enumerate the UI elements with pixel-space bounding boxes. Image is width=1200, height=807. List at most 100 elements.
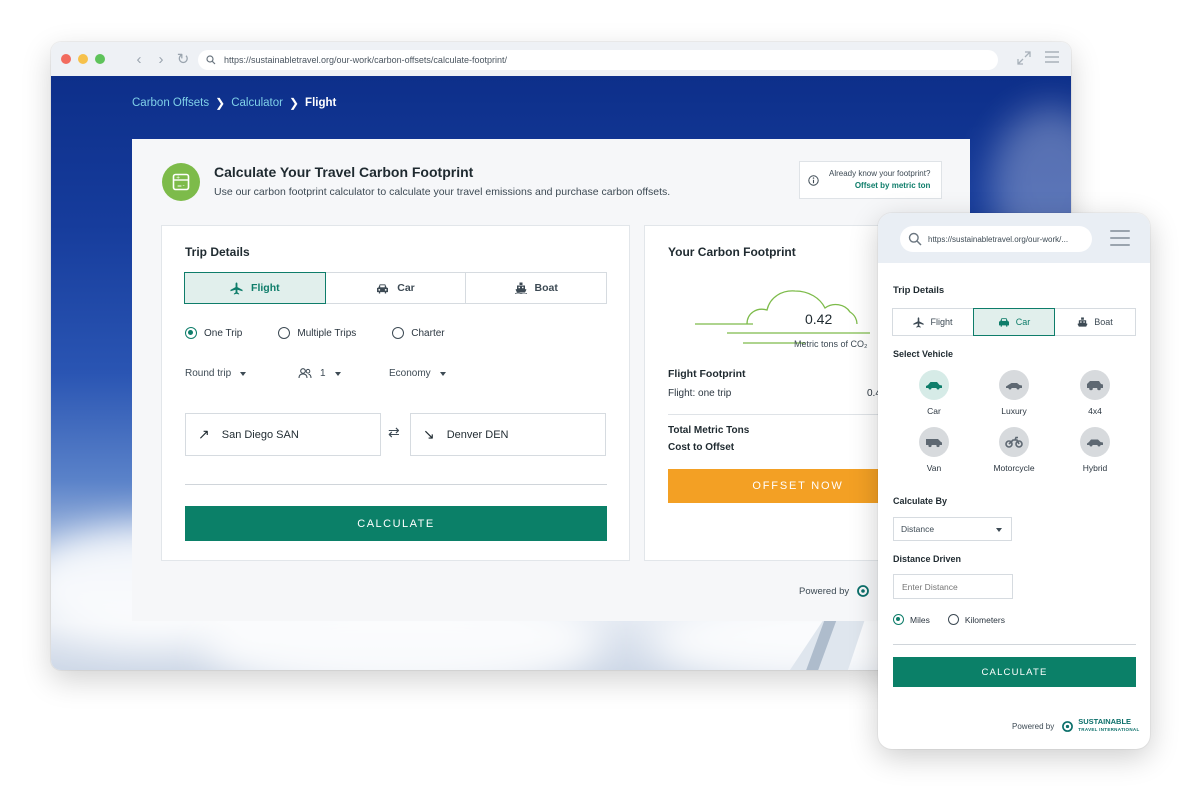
footprint-value: 0.42 xyxy=(805,311,833,327)
tab-boat[interactable]: Boat xyxy=(465,272,608,304)
tab-flight[interactable]: Flight xyxy=(184,272,326,304)
radio-indicator xyxy=(392,327,405,339)
expand-icon[interactable] xyxy=(1017,51,1031,65)
search-icon xyxy=(206,55,216,65)
distance-unit-radios: Miles Kilometers xyxy=(893,614,1023,625)
calculate-by-title: Calculate By xyxy=(893,496,948,506)
breadcrumb-calculator[interactable]: Calculator xyxy=(231,97,283,109)
trip-details-panel: Trip Details Flight Car Boat One Trip Mu… xyxy=(161,225,630,561)
select-vehicle-title: Select Vehicle xyxy=(893,349,954,359)
origin-field[interactable]: ↗ San Diego SAN xyxy=(185,413,381,456)
forward-arrow-icon[interactable]: › xyxy=(152,50,170,68)
flight-footprint-title: Flight Footprint xyxy=(668,368,746,380)
sti-logo-icon xyxy=(1062,720,1074,732)
caret-down-icon xyxy=(996,528,1002,532)
mobile-tab-boat-label: Boat xyxy=(1094,317,1113,327)
vehicle-option-car[interactable]: Car xyxy=(904,370,964,416)
boat-icon xyxy=(514,282,527,294)
footprint-unit: Metric tons of CO₂ xyxy=(794,339,868,349)
trip-details-title: Trip Details xyxy=(185,245,250,259)
footprint-title: Your Carbon Footprint xyxy=(668,245,796,259)
close-window-button[interactable] xyxy=(61,54,71,64)
radio-miles[interactable]: Miles xyxy=(893,614,930,625)
tab-boat-label: Boat xyxy=(534,282,558,294)
tab-car[interactable]: Car xyxy=(324,272,467,304)
radio-one-trip[interactable]: One Trip xyxy=(185,327,242,339)
chevron-right-icon: ❯ xyxy=(288,96,300,110)
passengers-select[interactable]: 1 xyxy=(298,368,341,379)
browser-toolbar: ‹ › ↻ https://sustainabletravel.org/our-… xyxy=(51,42,1071,76)
vehicle-label: 4x4 xyxy=(1088,406,1102,416)
mobile-device: https://sustainabletravel.org/our-work/.… xyxy=(878,213,1150,749)
mobile-calculate-button[interactable]: CALCULATE xyxy=(893,657,1136,687)
car-icon xyxy=(926,382,942,390)
motorcycle-icon xyxy=(1005,436,1023,448)
trip-type-radios: One Trip Multiple Trips Charter xyxy=(185,327,481,339)
vehicle-option-van[interactable]: Van xyxy=(904,427,964,473)
hybrid-car-icon xyxy=(1087,439,1103,447)
radio-multiple-trips-label: Multiple Trips xyxy=(297,327,357,339)
tab-car-label: Car xyxy=(397,282,415,294)
radio-charter[interactable]: Charter xyxy=(392,327,445,339)
radio-kilometers-label: Kilometers xyxy=(964,614,1005,625)
van-icon xyxy=(926,438,942,447)
minimize-window-button[interactable] xyxy=(78,54,88,64)
back-arrow-icon[interactable]: ‹ xyxy=(130,50,148,68)
airplane-icon xyxy=(230,281,243,295)
distance-input[interactable] xyxy=(893,574,1013,599)
reload-icon[interactable]: ↻ xyxy=(174,50,192,68)
menu-icon[interactable] xyxy=(1045,51,1059,63)
caret-down-icon xyxy=(334,371,341,376)
breadcrumb-carbon-offsets[interactable]: Carbon Offsets xyxy=(132,97,209,109)
vehicle-label: Luxury xyxy=(1001,406,1027,416)
divider xyxy=(893,644,1136,645)
trip-direction-value: Round trip xyxy=(185,368,232,379)
radio-selected-indicator xyxy=(185,327,197,339)
origin-value: San Diego SAN xyxy=(221,428,299,441)
address-bar-url: https://sustainabletravel.org/our-work/c… xyxy=(224,55,507,65)
calculate-by-select[interactable]: Distance xyxy=(893,517,1012,541)
calculator-icon: + = - xyxy=(162,163,200,201)
radio-selected-indicator xyxy=(893,614,904,625)
suv-icon xyxy=(1087,380,1103,390)
caret-down-icon xyxy=(439,371,446,376)
mobile-trip-details-title: Trip Details xyxy=(893,285,945,296)
vehicle-option-4x4[interactable]: 4x4 xyxy=(1065,370,1125,416)
offset-by-ton-box[interactable]: Already know your footprint? Offset by m… xyxy=(799,161,942,199)
travel-mode-tabs: Flight Car Boat xyxy=(184,272,608,304)
cabin-class-value: Economy xyxy=(389,368,431,379)
vehicle-label: Van xyxy=(926,463,942,473)
mobile-address-bar[interactable]: https://sustainabletravel.org/our-work/.… xyxy=(900,226,1092,252)
radio-kilometers[interactable]: Kilometers xyxy=(947,614,1005,625)
trip-direction-select[interactable]: Round trip xyxy=(185,368,247,379)
mobile-tab-car[interactable]: Car xyxy=(973,308,1055,336)
plane-wing-graphic xyxy=(790,616,866,670)
sti-logo-icon xyxy=(857,585,870,597)
calculator-card: + = - Calculate Your Travel Carbon Footpri… xyxy=(132,139,974,621)
svg-text:-: - xyxy=(183,183,185,190)
radio-miles-label: Miles xyxy=(910,614,930,625)
offset-by-ton-link[interactable]: Offset by metric ton xyxy=(829,180,931,192)
breadcrumb: Carbon Offsets ❯ Calculator ❯ Flight xyxy=(132,96,336,110)
radio-multiple-trips[interactable]: Multiple Trips xyxy=(278,327,356,339)
mobile-tab-flight[interactable]: Flight xyxy=(892,308,974,336)
flight-line-label: Flight: one trip xyxy=(668,388,732,399)
car-icon xyxy=(998,318,1009,327)
vehicle-option-luxury[interactable]: Luxury xyxy=(984,370,1044,416)
vehicle-label: Motorcycle xyxy=(993,463,1035,473)
cabin-class-select[interactable]: Economy xyxy=(389,368,446,379)
address-bar[interactable]: https://sustainabletravel.org/our-work/c… xyxy=(198,50,998,70)
mobile-travel-mode-tabs: Flight Car Boat xyxy=(892,308,1136,336)
destination-field[interactable]: ↘ Denver DEN xyxy=(410,413,606,456)
maximize-window-button[interactable] xyxy=(95,54,105,64)
swap-airports-icon[interactable]: ⇄ xyxy=(388,424,400,441)
vehicle-option-motorcycle[interactable]: Motorcycle xyxy=(984,427,1044,473)
hamburger-menu-icon[interactable] xyxy=(1110,230,1130,251)
distance-driven-title: Distance Driven xyxy=(893,554,962,564)
mobile-url: https://sustainabletravel.org/our-work/.… xyxy=(928,234,1069,244)
powered-by-label: Powered by xyxy=(1012,721,1055,731)
vehicle-label: Hybrid xyxy=(1082,463,1108,473)
vehicle-option-hybrid[interactable]: Hybrid xyxy=(1065,427,1125,473)
mobile-tab-boat[interactable]: Boat xyxy=(1054,308,1136,336)
calculate-button[interactable]: CALCULATE xyxy=(185,506,607,541)
